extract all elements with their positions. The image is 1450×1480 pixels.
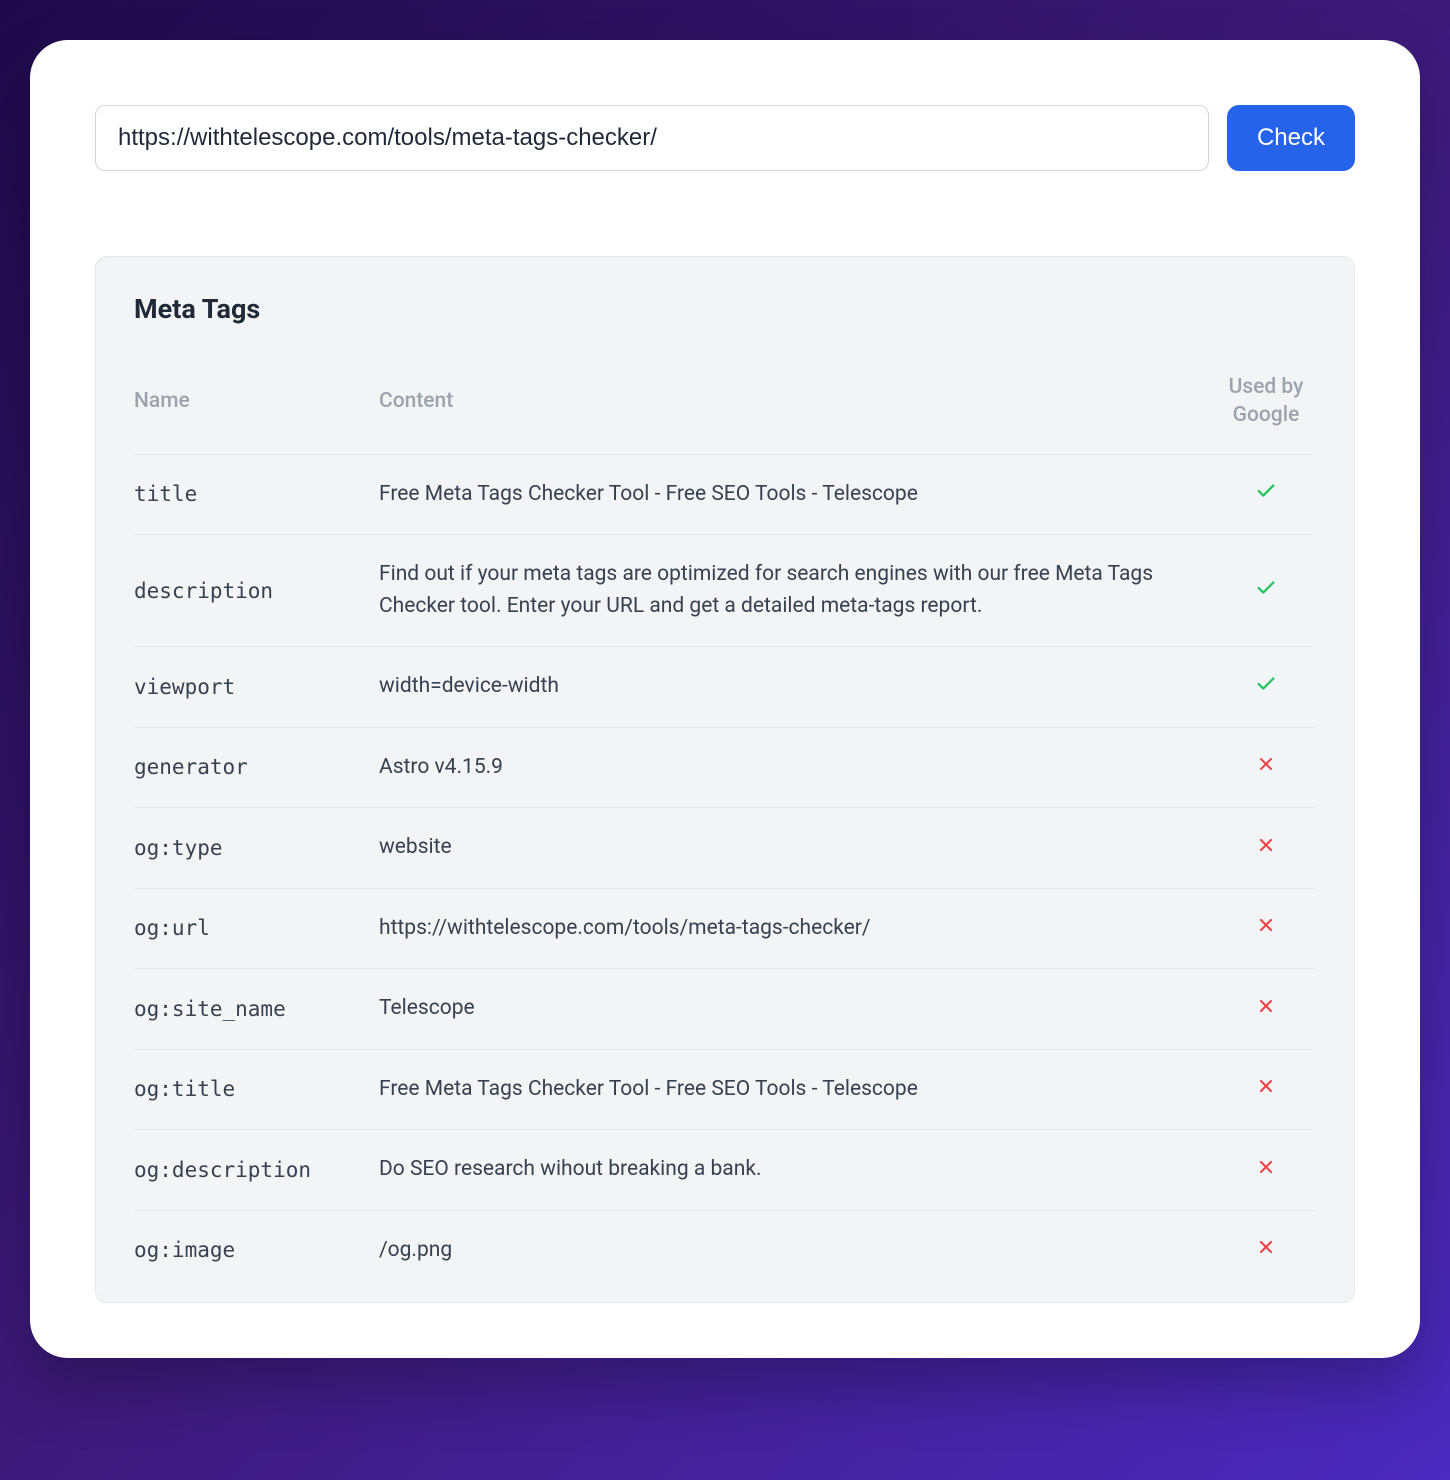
column-header-content: Content bbox=[379, 359, 1216, 454]
column-header-used-by-google: Used by Google bbox=[1216, 359, 1316, 454]
table-row: titleFree Meta Tags Checker Tool - Free … bbox=[134, 454, 1316, 535]
tag-name: og:description bbox=[134, 1130, 379, 1211]
tag-content: Do SEO research wihout breaking a bank. bbox=[379, 1130, 1216, 1211]
tag-content: Free Meta Tags Checker Tool - Free SEO T… bbox=[379, 1049, 1216, 1130]
table-row: og:descriptionDo SEO research wihout bre… bbox=[134, 1130, 1316, 1211]
tag-content: Astro v4.15.9 bbox=[379, 727, 1216, 808]
table-row: og:urlhttps://withtelescope.com/tools/me… bbox=[134, 888, 1316, 969]
x-icon bbox=[1256, 1157, 1276, 1183]
tag-name: og:site_name bbox=[134, 969, 379, 1050]
meta-tags-card: Meta Tags Name Content Used by Google ti… bbox=[95, 256, 1355, 1303]
table-row: descriptionFind out if your meta tags ar… bbox=[134, 535, 1316, 647]
tag-content: Free Meta Tags Checker Tool - Free SEO T… bbox=[379, 454, 1216, 535]
column-header-name: Name bbox=[134, 359, 379, 454]
x-icon bbox=[1256, 1076, 1276, 1102]
table-row: og:image/og.png bbox=[134, 1210, 1316, 1290]
tag-name: generator bbox=[134, 727, 379, 808]
x-icon bbox=[1256, 996, 1276, 1022]
tag-content: https://withtelescope.com/tools/meta-tag… bbox=[379, 888, 1216, 969]
tag-content: Telescope bbox=[379, 969, 1216, 1050]
used-by-google-cell bbox=[1216, 454, 1316, 535]
used-by-google-cell bbox=[1216, 888, 1316, 969]
table-row: viewportwidth=device-width bbox=[134, 647, 1316, 728]
tag-content: Find out if your meta tags are optimized… bbox=[379, 535, 1216, 647]
main-panel: Check Meta Tags Name Content Used by Goo… bbox=[30, 40, 1420, 1358]
x-icon bbox=[1256, 1237, 1276, 1263]
check-button[interactable]: Check bbox=[1227, 105, 1355, 171]
used-by-google-cell bbox=[1216, 1130, 1316, 1211]
x-icon bbox=[1256, 835, 1276, 861]
table-row: og:titleFree Meta Tags Checker Tool - Fr… bbox=[134, 1049, 1316, 1130]
x-icon bbox=[1256, 915, 1276, 941]
table-row: og:typewebsite bbox=[134, 808, 1316, 889]
tag-content: /og.png bbox=[379, 1210, 1216, 1290]
used-by-google-cell bbox=[1216, 535, 1316, 647]
meta-tags-table: Name Content Used by Google titleFree Me… bbox=[134, 359, 1316, 1290]
card-title: Meta Tags bbox=[134, 293, 1316, 325]
used-by-google-cell bbox=[1216, 1210, 1316, 1290]
used-by-google-cell bbox=[1216, 808, 1316, 889]
url-bar-row: Check bbox=[95, 105, 1355, 171]
used-by-google-cell bbox=[1216, 727, 1316, 808]
tag-name: og:image bbox=[134, 1210, 379, 1290]
used-by-google-cell bbox=[1216, 647, 1316, 728]
x-icon bbox=[1256, 754, 1276, 780]
tag-name: og:type bbox=[134, 808, 379, 889]
check-icon bbox=[1255, 480, 1277, 508]
tag-content: width=device-width bbox=[379, 647, 1216, 728]
table-row: generatorAstro v4.15.9 bbox=[134, 727, 1316, 808]
tag-content: website bbox=[379, 808, 1216, 889]
tag-name: title bbox=[134, 454, 379, 535]
tag-name: og:url bbox=[134, 888, 379, 969]
used-by-google-cell bbox=[1216, 969, 1316, 1050]
check-icon bbox=[1255, 577, 1277, 605]
check-icon bbox=[1255, 673, 1277, 701]
table-row: og:site_nameTelescope bbox=[134, 969, 1316, 1050]
tag-name: og:title bbox=[134, 1049, 379, 1130]
url-input[interactable] bbox=[95, 105, 1209, 171]
tag-name: viewport bbox=[134, 647, 379, 728]
tag-name: description bbox=[134, 535, 379, 647]
used-by-google-cell bbox=[1216, 1049, 1316, 1130]
